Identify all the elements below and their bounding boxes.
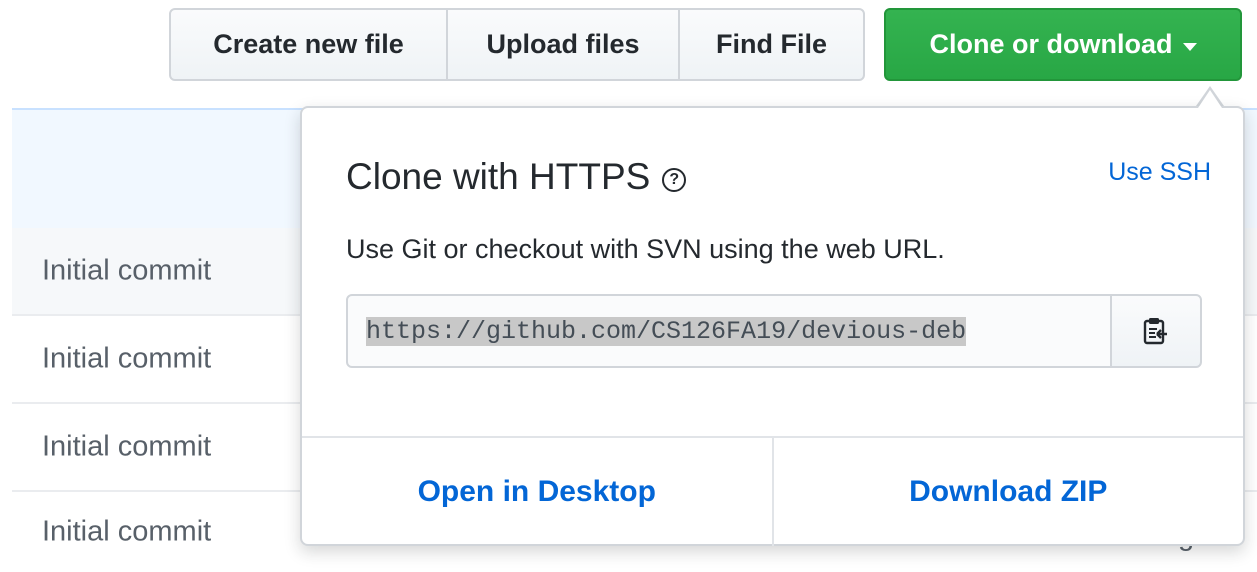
popover-pointer-fill — [1198, 90, 1222, 108]
clone-or-download-button[interactable]: Clone or download — [884, 8, 1242, 81]
clone-description: Use Git or checkout with SVN using the w… — [346, 234, 945, 264]
caret-down-icon — [1182, 42, 1197, 51]
clone-title-text: Clone with HTTPS — [346, 156, 651, 197]
file-actions-button-group: Create new file Upload files Find File — [169, 8, 865, 81]
use-ssh-link[interactable]: Use SSH — [1108, 158, 1211, 187]
clone-popover: Clone with HTTPS ? Use SSH Use Git or ch… — [300, 106, 1245, 546]
download-zip-button[interactable]: Download ZIP — [771, 438, 1244, 546]
question-circle-icon[interactable]: ? — [662, 168, 687, 192]
clone-or-download-label: Clone or download — [929, 29, 1173, 59]
clone-url-input[interactable] — [346, 294, 1112, 368]
commit-message-link[interactable]: Initial commit — [42, 516, 211, 549]
create-new-file-button[interactable]: Create new file — [169, 8, 448, 81]
copy-url-button[interactable] — [1110, 294, 1202, 368]
open-in-desktop-button[interactable]: Open in Desktop — [302, 438, 772, 546]
clone-popover-title: Clone with HTTPS ? — [346, 156, 687, 198]
clone-popover-footer: Open in Desktop Download ZIP — [302, 436, 1243, 546]
clipboard-icon — [1143, 318, 1167, 345]
upload-files-button[interactable]: Upload files — [446, 8, 680, 81]
commit-message-link[interactable]: Initial commit — [42, 431, 211, 464]
commit-message-link[interactable]: Initial commit — [42, 255, 211, 288]
clone-url-group — [346, 294, 1202, 368]
commit-message-link[interactable]: Initial commit — [42, 343, 211, 376]
find-file-button[interactable]: Find File — [678, 8, 865, 81]
